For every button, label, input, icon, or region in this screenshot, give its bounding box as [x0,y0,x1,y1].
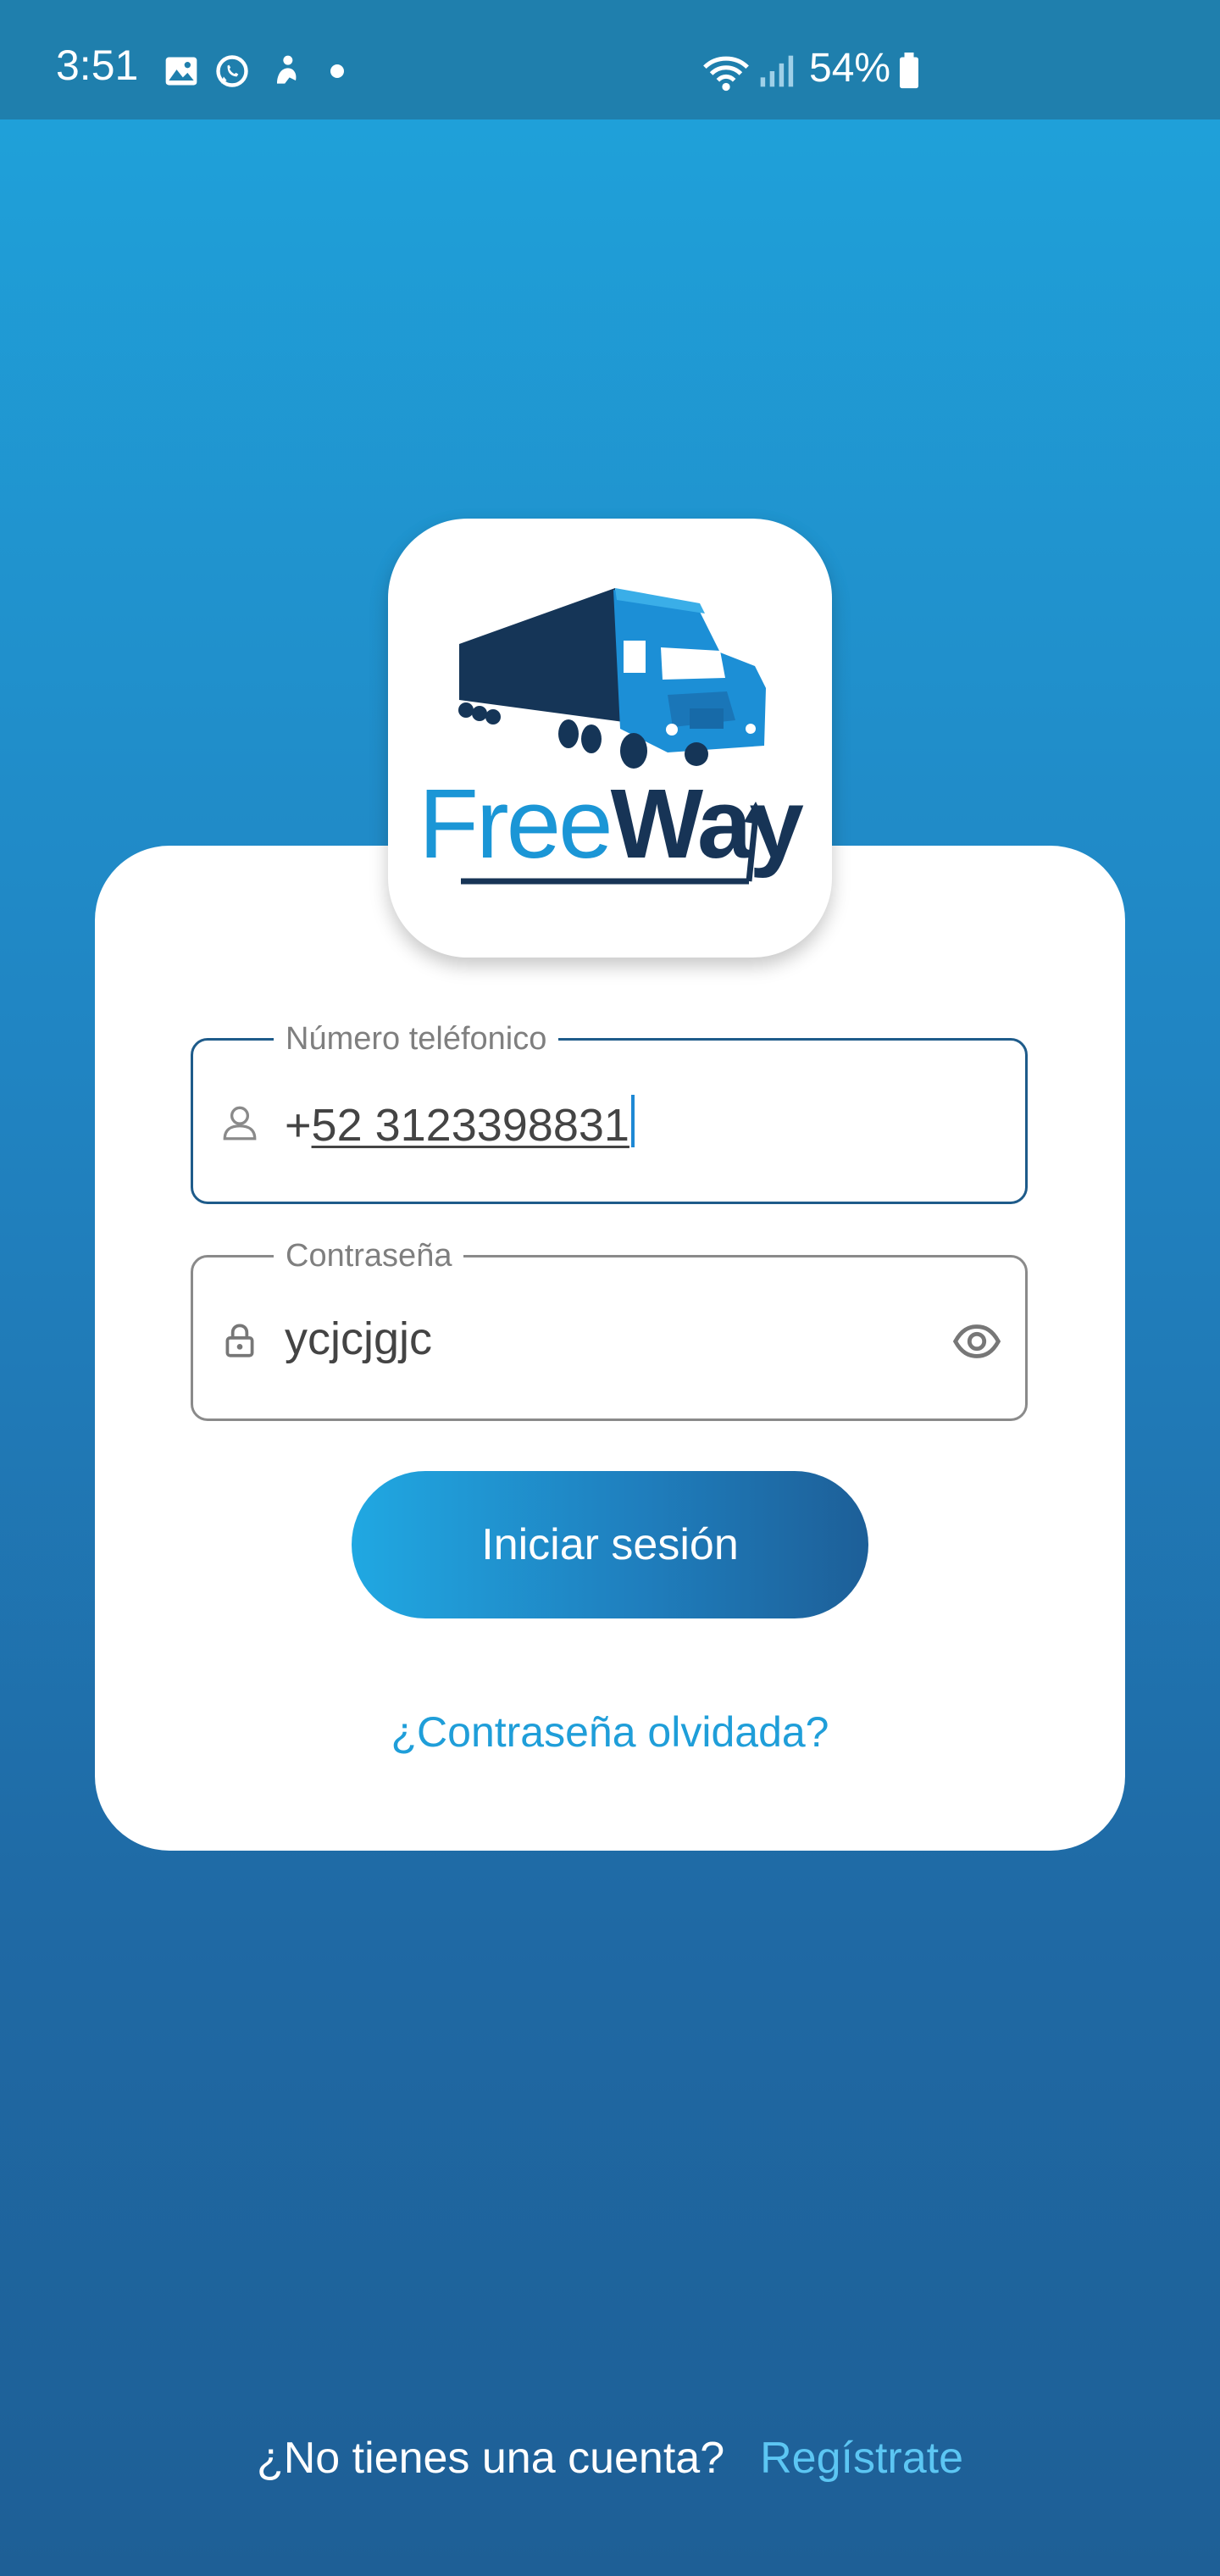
app-logo: FreeWay [388,519,832,958]
signal-icon [757,53,795,90]
password-input[interactable]: ycjcjgjc [285,1312,432,1366]
app-notification-icon [268,53,305,90]
phone-input[interactable]: +52 3123398831 [285,1095,635,1152]
person-icon [219,1102,261,1144]
dot-icon [330,64,344,78]
phone-field[interactable]: Número teléfonico +52 3123398831 [191,1020,1028,1204]
register-link[interactable]: Regístrate [760,2434,963,2483]
forgot-password-link[interactable]: ¿Contraseña olvidada? [95,1707,1125,1757]
battery-percent: 54% [809,46,891,91]
status-bar: 3:51 54% [0,0,1220,119]
battery-icon [896,53,922,90]
brand-way: Way [610,769,804,879]
phone-prefix: + [285,1100,312,1151]
password-label: Contraseña [274,1237,464,1274]
whatsapp-icon [214,53,251,90]
truck-icon [458,588,766,769]
eye-icon[interactable] [952,1317,1001,1366]
status-time: 3:51 [56,42,139,89]
phone-label: Número teléfonico [274,1020,559,1058]
lock-icon [219,1319,261,1361]
register-prompt: ¿No tienes una cuenta? Regístrate [0,2432,1220,2484]
text-cursor [630,1095,635,1147]
brand-free: Free [419,769,613,879]
phone-number: 52 3123398831 [311,1100,629,1151]
login-button[interactable]: Iniciar sesión [352,1471,868,1618]
brand-wordmark: FreeWay [388,773,832,874]
wifi-icon [702,53,751,95]
no-account-text: ¿No tienes una cuenta? [256,2434,725,2483]
gallery-icon [163,53,200,90]
password-field[interactable]: Contraseña ycjcjgjc [191,1237,1028,1421]
